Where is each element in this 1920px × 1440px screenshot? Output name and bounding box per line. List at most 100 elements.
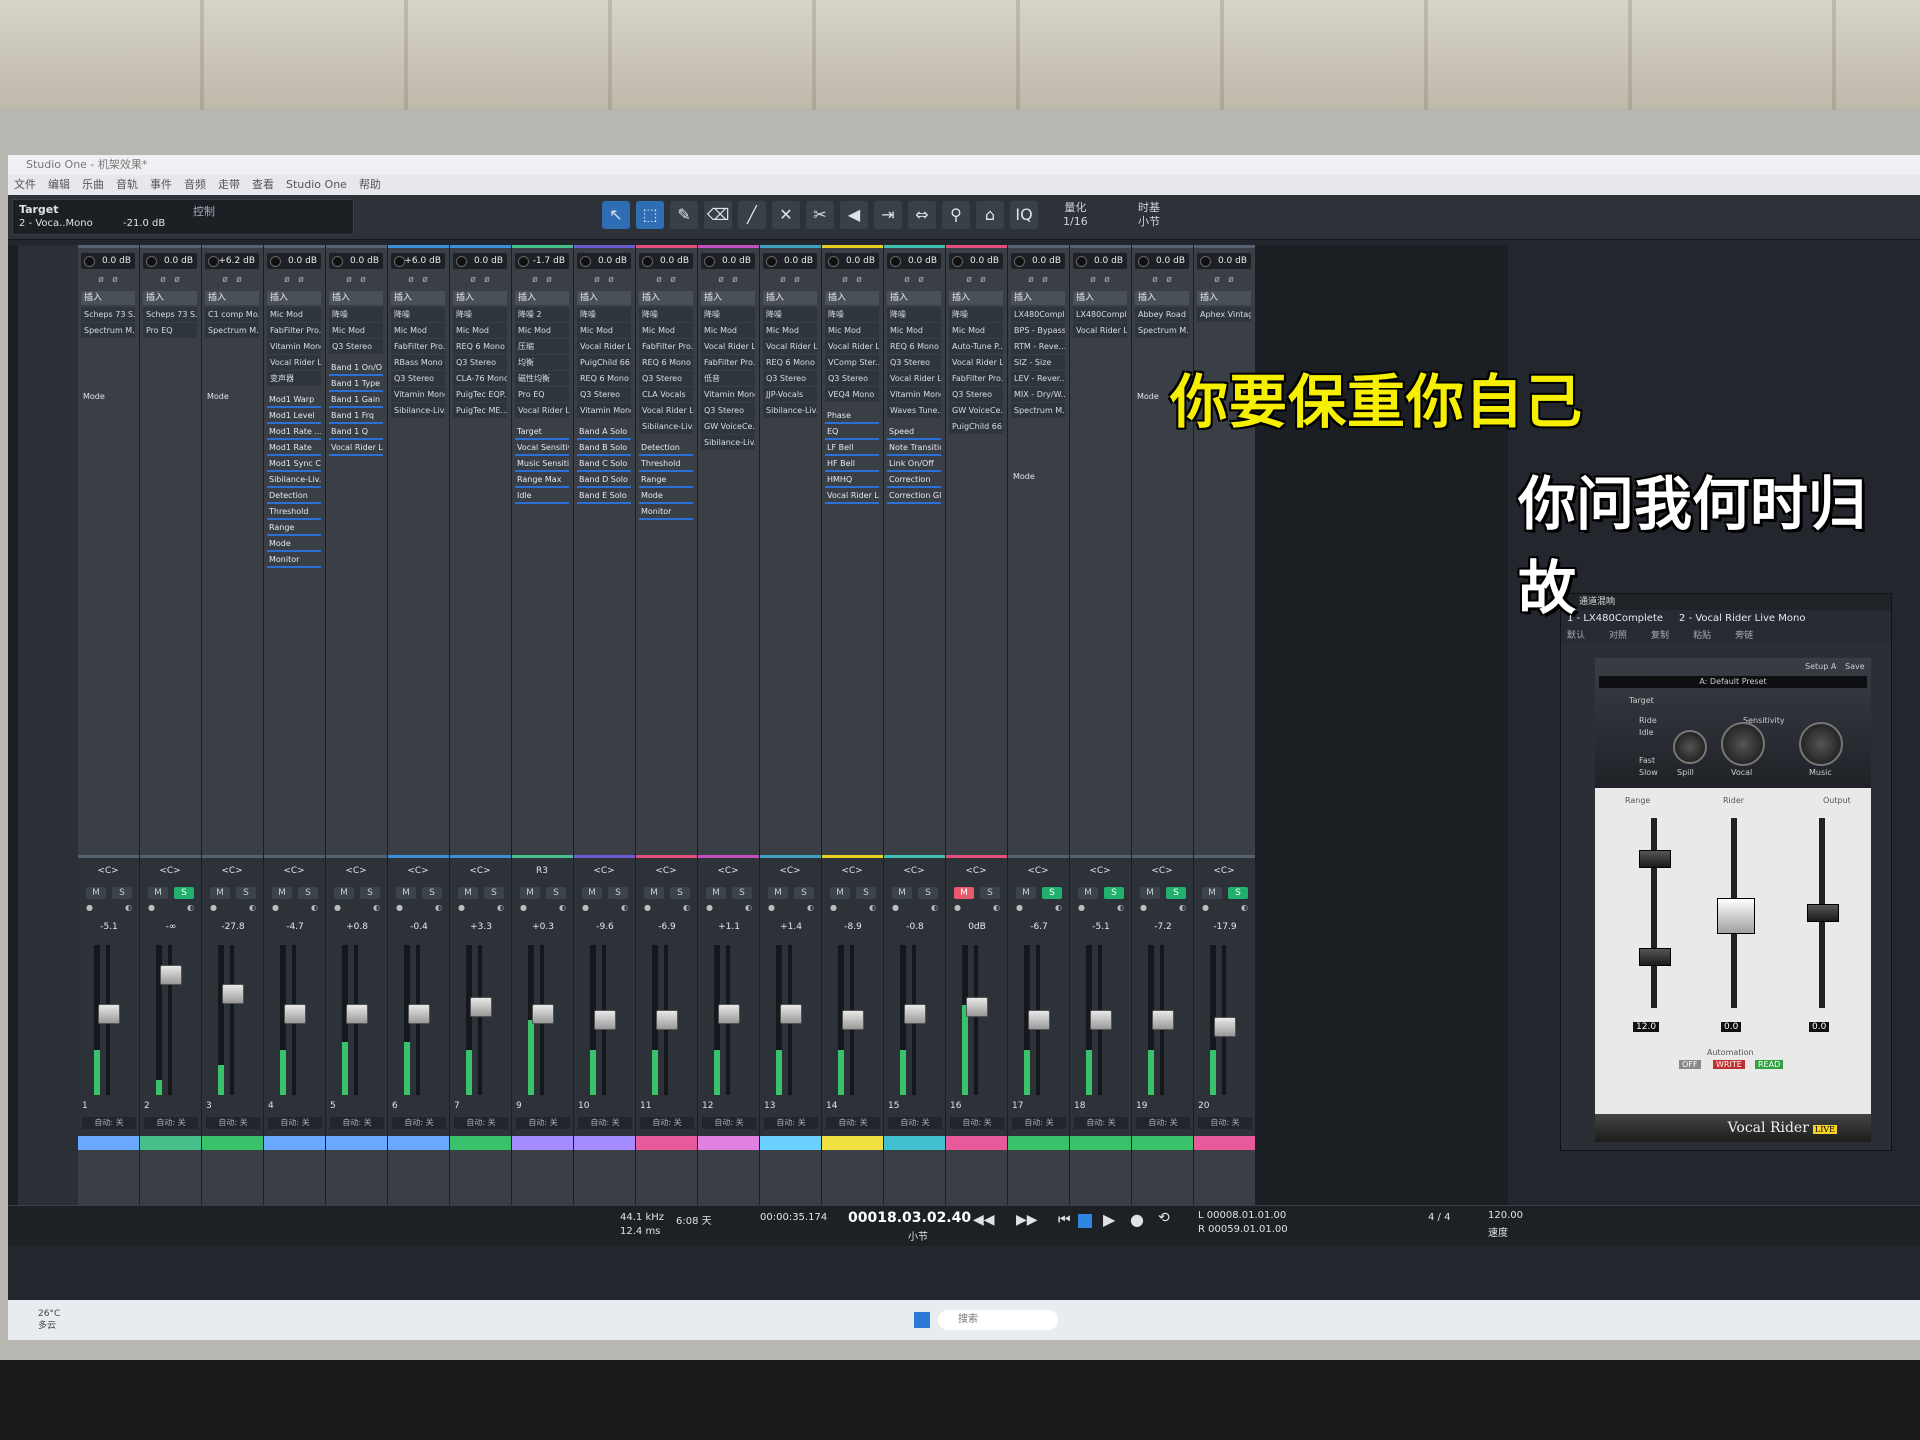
- volume-readout[interactable]: -0.8: [892, 922, 938, 932]
- record-icon[interactable]: ●: [396, 903, 403, 915]
- menu-item[interactable]: 乐曲: [82, 178, 104, 191]
- insert-header[interactable]: 插入: [143, 291, 197, 305]
- automation-mode[interactable]: 自动: 关: [392, 1117, 446, 1129]
- param-control[interactable]: Mod1 Warp: [267, 393, 321, 408]
- return-to-zero-icon[interactable]: ⏮: [1058, 1212, 1071, 1228]
- param-control[interactable]: Band 1 Q: [329, 425, 383, 440]
- channel-gain[interactable]: 0.0 dB: [949, 253, 1003, 269]
- volume-readout[interactable]: -17.9: [1202, 922, 1248, 932]
- fader-handle[interactable]: [1090, 1010, 1112, 1030]
- param-control[interactable]: Note Transition: [887, 441, 941, 456]
- insert-slot[interactable]: 磁性均衡: [515, 371, 569, 386]
- param-control[interactable]: Mode: [639, 489, 693, 504]
- fader-handle[interactable]: [718, 1003, 740, 1024]
- insert-header[interactable]: 插入: [453, 291, 507, 305]
- range-tool-icon[interactable]: ⬚: [636, 201, 664, 229]
- mute-button[interactable]: M: [272, 887, 292, 899]
- param-control[interactable]: Band 1 Type: [329, 377, 383, 392]
- pencil-tool-icon[interactable]: ✎: [670, 201, 698, 229]
- paint-tool-icon[interactable]: ╱: [738, 201, 766, 229]
- insert-slot[interactable]: Q3 Stereo: [577, 387, 631, 402]
- solo-button[interactable]: S: [422, 887, 442, 899]
- pan-control[interactable]: <C>: [88, 865, 128, 877]
- fader-handle[interactable]: [966, 997, 988, 1017]
- insert-slot[interactable]: Q3 Stereo: [701, 403, 755, 418]
- insert-header[interactable]: 插入: [577, 291, 631, 305]
- automation-mode[interactable]: 自动: 关: [454, 1117, 508, 1129]
- insert-slot[interactable]: CLA-76 Mono: [453, 371, 507, 386]
- channel-gain[interactable]: -1.7 dB: [515, 253, 569, 269]
- insert-slot[interactable]: Vocal Rider L...: [1073, 323, 1127, 338]
- channel-gain[interactable]: 0.0 dB: [329, 253, 383, 269]
- solo-button[interactable]: S: [546, 887, 566, 899]
- phase-icon[interactable]: ø ø: [949, 273, 1003, 287]
- record-icon[interactable]: ●: [520, 903, 527, 915]
- loop-left[interactable]: L 00008.01.01.00: [1198, 1210, 1286, 1221]
- solo-button[interactable]: S: [174, 887, 194, 899]
- channel-name-bar[interactable]: [512, 1136, 573, 1150]
- fader-handle[interactable]: [842, 1010, 864, 1030]
- param-control[interactable]: Vocal Rider L...: [825, 489, 879, 504]
- volume-readout[interactable]: -7.2: [1140, 922, 1186, 932]
- solo-button[interactable]: S: [1104, 887, 1124, 899]
- insert-slot[interactable]: PuigChild 66...: [949, 419, 1003, 434]
- insert-slot[interactable]: 降噪: [639, 307, 693, 322]
- automation-read-button[interactable]: READ: [1755, 1060, 1784, 1069]
- record-icon[interactable]: ●: [644, 903, 651, 915]
- volume-readout[interactable]: +3.3: [458, 922, 504, 932]
- insert-slot[interactable]: Spectrum M...: [81, 323, 135, 338]
- phase-icon[interactable]: ø ø: [515, 273, 569, 287]
- fader-handle[interactable]: [1214, 1016, 1236, 1037]
- insert-header[interactable]: 插入: [825, 291, 879, 305]
- volume-readout[interactable]: +1.1: [706, 922, 752, 932]
- record-icon[interactable]: ●: [334, 903, 341, 915]
- insert-slot[interactable]: Q3 Stereo: [887, 355, 941, 370]
- insert-slot[interactable]: FabFilter Pro...: [949, 371, 1003, 386]
- automation-mode[interactable]: 自动: 关: [1012, 1117, 1066, 1129]
- insert-slot[interactable]: Vocal Rider L...: [887, 371, 941, 386]
- param-control[interactable]: Band B Solo: [577, 441, 631, 456]
- insert-slot[interactable]: Auto-Tune P...: [949, 339, 1003, 354]
- insert-slot[interactable]: Mic Mod: [577, 323, 631, 338]
- fader-track[interactable]: [974, 945, 978, 1095]
- insert-slot[interactable]: LEV - Rever...evel: [1011, 371, 1065, 386]
- automation-mode[interactable]: 自动: 关: [764, 1117, 818, 1129]
- param-control[interactable]: Detection: [267, 489, 321, 504]
- param-control[interactable]: Monitor: [267, 553, 321, 568]
- param-control[interactable]: Detection: [639, 441, 693, 456]
- menu-item[interactable]: 帮助: [359, 178, 381, 191]
- automation-mode[interactable]: 自动: 关: [640, 1117, 694, 1129]
- insert-slot[interactable]: Vocal Rider L...: [763, 339, 817, 354]
- channel-gain[interactable]: 0.0 dB: [267, 253, 321, 269]
- record-icon[interactable]: ●: [830, 903, 837, 915]
- menu-item[interactable]: 音轨: [116, 178, 138, 191]
- volume-readout[interactable]: -8.9: [830, 922, 876, 932]
- mute-button[interactable]: M: [458, 887, 478, 899]
- weather-widget[interactable]: 26°C 多云: [38, 1308, 60, 1332]
- solo-button[interactable]: S: [112, 887, 132, 899]
- record-icon[interactable]: ●: [582, 903, 589, 915]
- automation-mode[interactable]: 自动: 关: [702, 1117, 756, 1129]
- fader-handle[interactable]: [780, 1003, 802, 1024]
- monitor-icon[interactable]: ◐: [869, 903, 876, 915]
- record-icon[interactable]: ●: [148, 903, 155, 915]
- menu-item[interactable]: 走带: [218, 178, 240, 191]
- insert-header[interactable]: 插入: [1197, 291, 1251, 305]
- volume-readout[interactable]: -∞: [148, 922, 194, 932]
- param-control[interactable]: Sibilance-Liv...: [267, 473, 321, 488]
- channel-name-bar[interactable]: [202, 1136, 263, 1150]
- zoom-tool-icon[interactable]: ⚲: [942, 201, 970, 229]
- pan-control[interactable]: R3: [522, 865, 562, 877]
- mute-button[interactable]: M: [582, 887, 602, 899]
- insert-slot[interactable]: Q3 Stereo: [453, 355, 507, 370]
- insert-header[interactable]: 插入: [515, 291, 569, 305]
- menu-item[interactable]: 音频: [184, 178, 206, 191]
- insert-slot[interactable]: Mic Mod: [949, 323, 1003, 338]
- param-control[interactable]: Range: [267, 521, 321, 536]
- record-icon[interactable]: ●: [1078, 903, 1085, 915]
- automation-mode[interactable]: 自动: 关: [1136, 1117, 1190, 1129]
- solo-button[interactable]: S: [1228, 887, 1248, 899]
- insert-slot[interactable]: Vocal Rider L...: [825, 339, 879, 354]
- insert-slot[interactable]: Aphex Vintag...: [1197, 307, 1251, 322]
- bars-display[interactable]: 00018.03.02.40: [848, 1210, 971, 1226]
